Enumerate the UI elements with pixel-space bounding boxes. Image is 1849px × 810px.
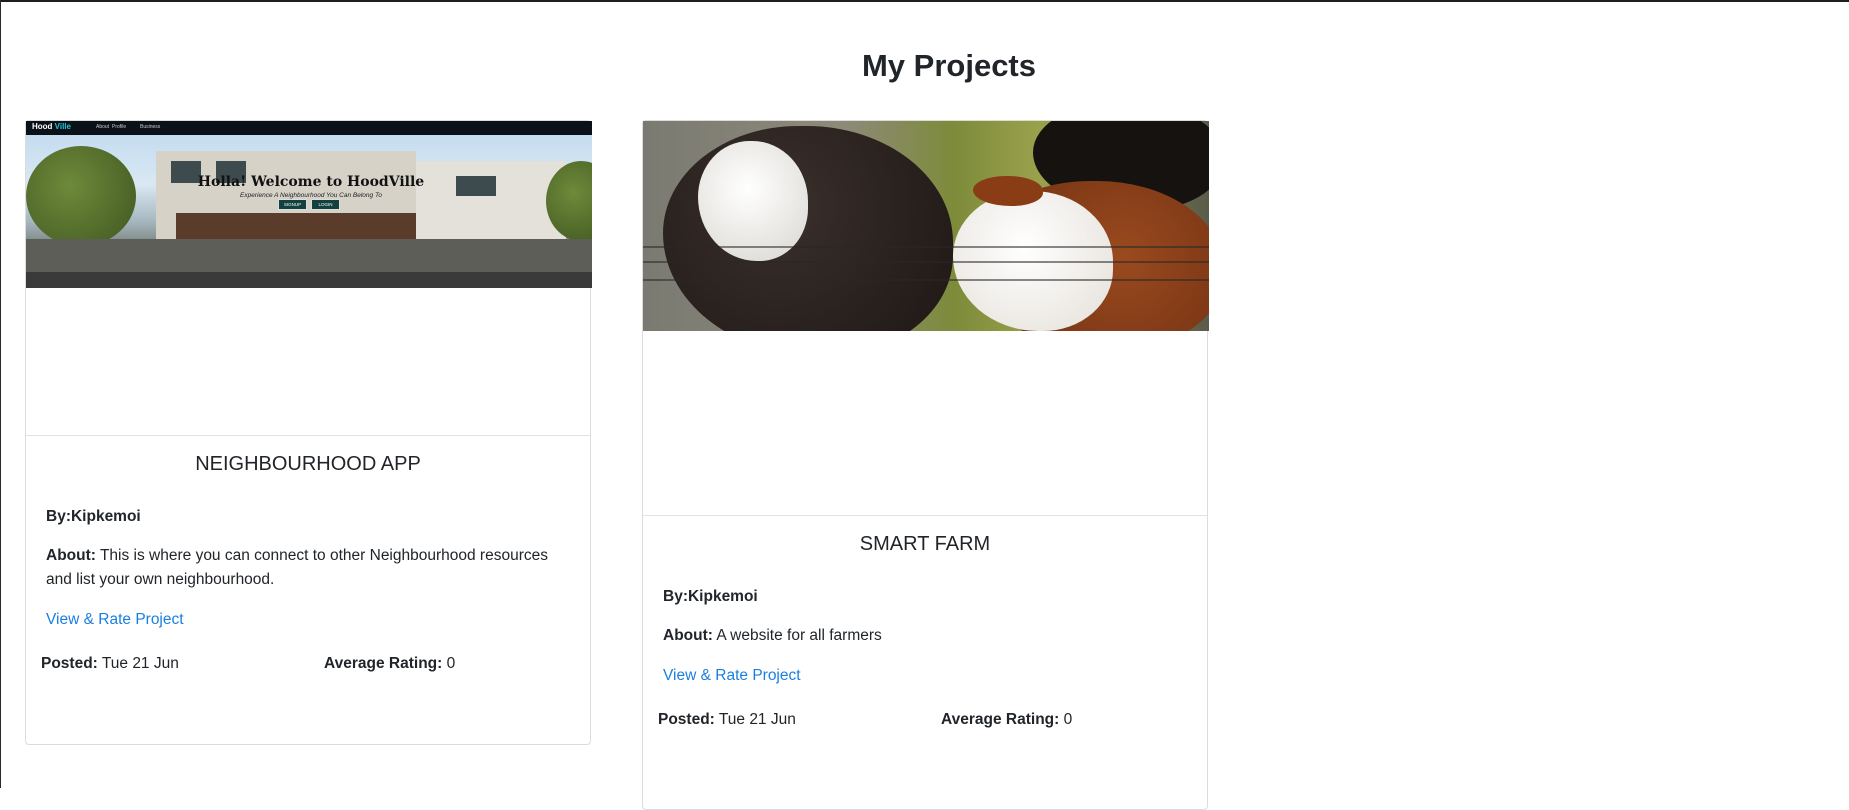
project-author-text: By:Kipkemoi: [663, 588, 758, 605]
project-title: NEIGHBOURHOOD APP: [195, 453, 421, 475]
posted-date: Tue 21 Jun: [101, 655, 179, 672]
thumbnail-brand-b: Ville: [54, 122, 71, 131]
thumbnail-nav-about: About: [96, 124, 110, 130]
about-label: About:: [46, 547, 96, 564]
thumbnail-window: [456, 176, 496, 196]
window-left-edge: [0, 0, 1, 788]
project-author: By:Kipkemoi: [663, 585, 758, 609]
view-rate-project-link[interactable]: View & Rate Project: [46, 611, 184, 628]
project-posted: Posted: Tue 21 Jun: [41, 652, 179, 676]
rating-value: 0: [446, 655, 456, 672]
project-rating: Average Rating: 0: [941, 708, 1072, 732]
cows-photo-image: [643, 121, 1209, 331]
project-about: About: This is where you can connect to …: [46, 544, 566, 592]
project-card-smart-farm: SMART FARM By:Kipkemoi About: A website …: [642, 120, 1209, 810]
thumbnail-brand: Hood Ville: [32, 122, 71, 131]
posted-date: Tue 21 Jun: [718, 711, 796, 728]
fence-wire: [643, 246, 1209, 248]
thumbnail-tree: [26, 146, 136, 246]
project-image-area: [643, 121, 1209, 516]
thumbnail-footer: [26, 272, 592, 288]
project-author-text: By:Kipkemoi: [46, 508, 141, 525]
about-text: A website for all farmers: [716, 627, 882, 644]
window-top-edge: [0, 0, 1849, 2]
project-link-row: View & Rate Project: [663, 664, 801, 688]
posted-label: Posted:: [41, 655, 98, 672]
thumbnail-brand-a: Hood: [32, 122, 53, 131]
cow-ear: [973, 176, 1043, 206]
rating-label: Average Rating:: [324, 655, 443, 672]
thumbnail-building: [416, 161, 566, 241]
posted-label: Posted:: [658, 711, 715, 728]
about-label: About:: [663, 627, 713, 644]
thumbnail-login-button: LOGIN: [311, 199, 340, 210]
thumbnail-street: [26, 239, 592, 272]
project-card-neighbourhood: Hood Ville About Profile Business Holla!…: [25, 120, 592, 745]
project-author: By:Kipkemoi: [46, 505, 141, 529]
project-card-body: SMART FARM By:Kipkemoi About: A website …: [643, 516, 1207, 728]
thumbnail-nav-profile: Profile: [112, 124, 127, 130]
project-about: About: A website for all farmers: [663, 624, 1183, 648]
thumbnail-heading: Holla! Welcome to HoodVille: [197, 174, 425, 190]
fence-wire: [643, 279, 1209, 281]
about-text: This is where you can connect to other N…: [46, 547, 548, 588]
fence-wire: [643, 261, 1209, 263]
project-title: SMART FARM: [859, 533, 991, 555]
project-image-area: Hood Ville About Profile Business Holla!…: [26, 121, 592, 436]
thumbnail-nav-business: Business: [140, 124, 161, 130]
hoodville-screenshot-image: Hood Ville About Profile Business Holla!…: [26, 121, 592, 288]
project-rating: Average Rating: 0: [324, 652, 455, 676]
thumbnail-navbar: Hood Ville About Profile Business: [26, 121, 592, 135]
rating-value: 0: [1063, 711, 1073, 728]
thumbnail-tagline: Experience A Neighbourhood You Can Belon…: [240, 192, 382, 199]
project-posted: Posted: Tue 21 Jun: [658, 708, 796, 732]
view-rate-project-link[interactable]: View & Rate Project: [663, 667, 801, 684]
project-card-body: NEIGHBOURHOOD APP By:Kipkemoi About: Thi…: [26, 436, 590, 672]
rating-label: Average Rating:: [941, 711, 1060, 728]
project-link-row: View & Rate Project: [46, 608, 184, 632]
thumbnail-ground-floor: [176, 213, 416, 239]
page-title: My Projects: [861, 48, 1036, 83]
thumbnail-signup-button: SIGNUP: [278, 199, 307, 210]
